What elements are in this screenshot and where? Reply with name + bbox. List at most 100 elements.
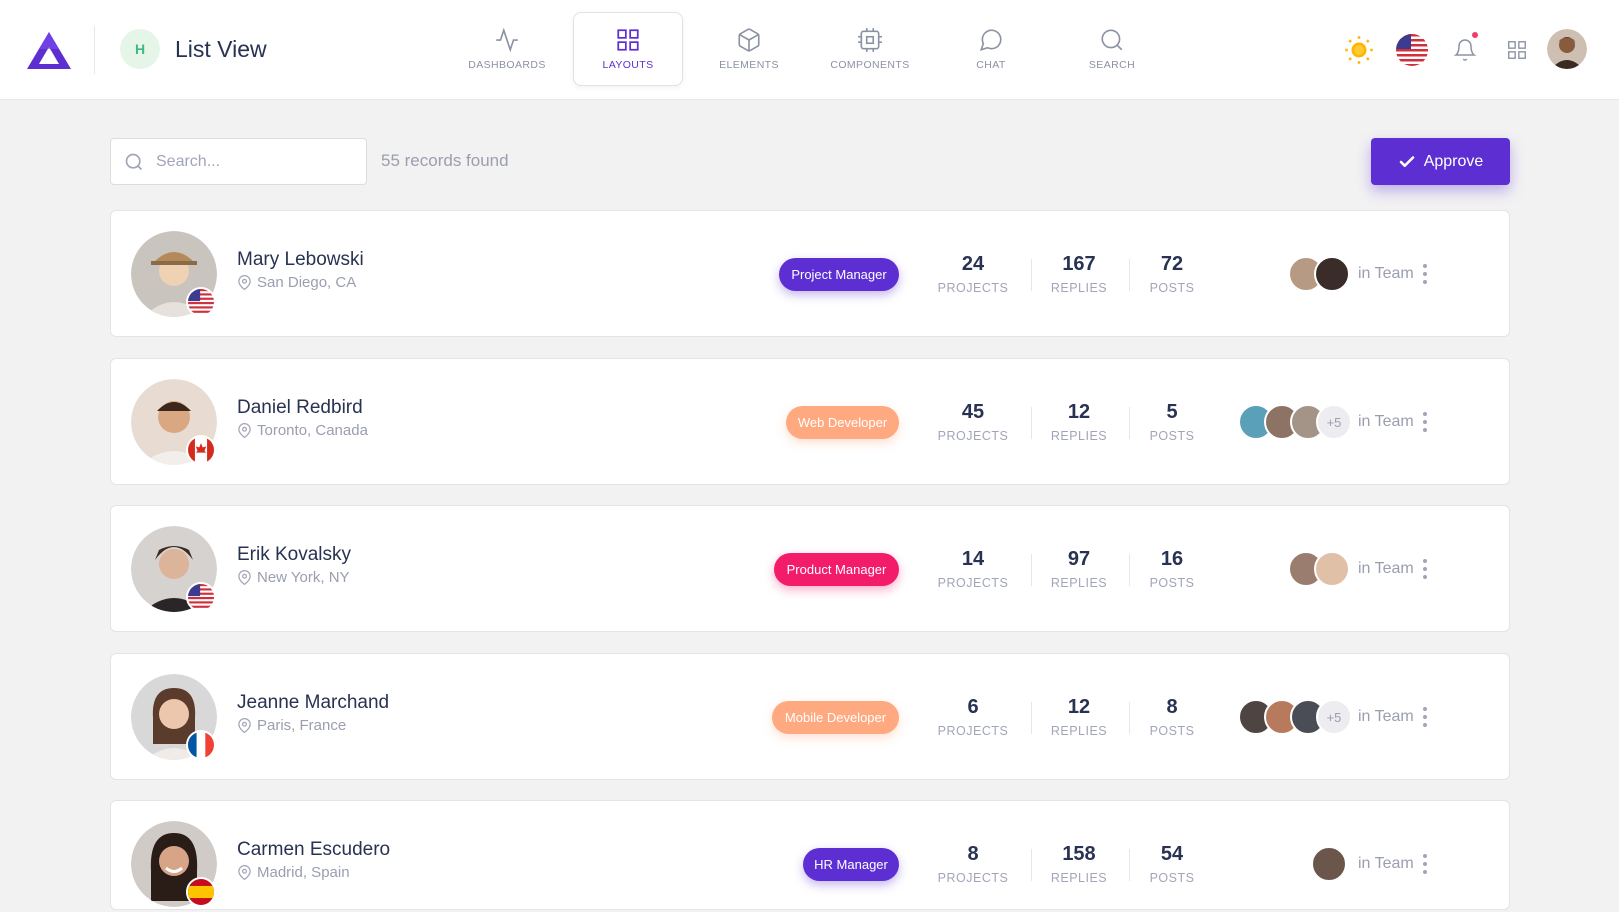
- team-avatars[interactable]: +5: [1238, 697, 1352, 737]
- person-photo: [131, 379, 217, 465]
- posts-caption: POSTS: [1149, 576, 1195, 590]
- notifications-button[interactable]: [1447, 32, 1483, 68]
- dot: [1423, 428, 1427, 432]
- brand-logo[interactable]: [26, 30, 72, 70]
- user-menu[interactable]: [1546, 28, 1588, 70]
- activity-icon: [496, 27, 518, 53]
- project-badge[interactable]: H: [120, 29, 160, 69]
- records-count: 55 records found: [381, 151, 509, 170]
- projects-caption: PROJECTS: [937, 281, 1009, 295]
- top-navbar: H List View DASHBOARDS LAYOUTS ELEMENTS …: [0, 0, 1619, 100]
- dot: [1423, 412, 1427, 416]
- page-title: List View: [175, 36, 267, 62]
- posts-stat: 54 POSTS: [1122, 843, 1222, 885]
- projects-stat: 6 PROJECTS: [923, 696, 1023, 738]
- person-name: Jeanne Marchand: [237, 692, 390, 713]
- projects-caption: PROJECTS: [937, 576, 1009, 590]
- projects-count: 24: [961, 253, 985, 275]
- replies-count: 158: [1062, 843, 1096, 865]
- replies-count: 167: [1062, 253, 1096, 275]
- person-photo: [131, 231, 217, 317]
- approve-button[interactable]: Approve: [1371, 138, 1510, 185]
- language-selector[interactable]: [1394, 32, 1430, 68]
- nav-search[interactable]: SEARCH: [1057, 12, 1167, 86]
- search-input[interactable]: [156, 152, 346, 171]
- person-location: Madrid, Spain: [237, 864, 350, 881]
- us-flag-icon: [186, 287, 216, 317]
- notification-dot: [1472, 32, 1478, 38]
- search-icon: [1101, 29, 1123, 51]
- projects-stat: 8 PROJECTS: [923, 843, 1023, 885]
- location-text: Paris, France: [257, 717, 347, 734]
- location-text: New York, NY: [257, 569, 350, 586]
- person-location: San Diego, CA: [237, 274, 356, 291]
- team-avatars[interactable]: [1288, 254, 1350, 294]
- team-label: in Team: [1358, 708, 1414, 725]
- nav-chat-label: CHAT: [976, 59, 1006, 71]
- list-item[interactable]: Daniel Redbird Toronto, Canada Web Devel…: [110, 358, 1510, 485]
- dot: [1423, 854, 1427, 858]
- dot: [1423, 870, 1427, 874]
- box-icon: [738, 28, 760, 52]
- role-badge: Web Developer: [786, 406, 899, 439]
- team-avatars[interactable]: [1311, 844, 1347, 884]
- replies-caption: REPLIES: [1050, 281, 1108, 295]
- more-options-button[interactable]: [1413, 407, 1437, 437]
- approve-label: Approve: [1423, 152, 1484, 170]
- posts-count: 16: [1160, 548, 1184, 570]
- france-flag-icon: [186, 730, 216, 760]
- list-item[interactable]: Carmen Escudero Madrid, Spain HR Manager…: [110, 800, 1510, 910]
- nav-dashboards-label: DASHBOARDS: [468, 59, 546, 71]
- posts-caption: POSTS: [1149, 429, 1195, 443]
- posts-caption: POSTS: [1149, 724, 1195, 738]
- more-options-button[interactable]: [1413, 702, 1437, 732]
- apps-button[interactable]: [1499, 32, 1535, 68]
- search-icon: [125, 153, 143, 170]
- role-badge: Mobile Developer: [772, 701, 899, 734]
- map-pin-icon: [238, 718, 251, 733]
- posts-stat: 16 POSTS: [1122, 548, 1222, 590]
- projects-count: 45: [961, 401, 985, 423]
- posts-caption: POSTS: [1149, 281, 1195, 295]
- more-options-button[interactable]: [1413, 849, 1437, 879]
- nav-dashboards[interactable]: DASHBOARDS: [452, 12, 562, 86]
- replies-count: 12: [1067, 696, 1091, 718]
- list-item[interactable]: Mary Lebowski San Diego, CA Project Mana…: [110, 210, 1510, 337]
- nav-components-label: COMPONENTS: [830, 59, 910, 71]
- list-item[interactable]: Jeanne Marchand Paris, France Mobile Dev…: [110, 653, 1510, 780]
- nav-components[interactable]: COMPONENTS: [815, 12, 925, 86]
- posts-count: 5: [1166, 401, 1178, 423]
- replies-stat: 12 REPLIES: [1029, 696, 1129, 738]
- person-location: Toronto, Canada: [237, 422, 368, 439]
- more-options-button[interactable]: [1413, 554, 1437, 584]
- nav-elements[interactable]: ELEMENTS: [694, 12, 804, 86]
- person-name: Erik Kovalsky: [237, 544, 352, 565]
- location-text: Toronto, Canada: [257, 422, 368, 439]
- team-label: in Team: [1358, 265, 1414, 282]
- dot: [1423, 264, 1427, 268]
- grid-icon: [617, 29, 639, 51]
- team-avatars[interactable]: +5: [1238, 402, 1352, 442]
- replies-caption: REPLIES: [1050, 576, 1108, 590]
- theme-toggle[interactable]: [1341, 32, 1377, 68]
- nav-layouts[interactable]: LAYOUTS: [573, 12, 683, 86]
- posts-stat: 72 POSTS: [1122, 253, 1222, 295]
- projects-count: 8: [967, 843, 979, 865]
- role-badge: HR Manager: [803, 848, 899, 881]
- replies-count: 12: [1067, 401, 1091, 423]
- us-flag-icon: [1396, 34, 1428, 66]
- map-pin-icon: [238, 275, 251, 290]
- role-badge: Product Manager: [774, 553, 899, 586]
- person-name: Carmen Escudero: [237, 839, 391, 860]
- header-divider: [94, 26, 95, 74]
- more-options-button[interactable]: [1413, 259, 1437, 289]
- nav-chat[interactable]: CHAT: [936, 12, 1046, 86]
- bell-icon: [1453, 39, 1477, 61]
- replies-stat: 167 REPLIES: [1029, 253, 1129, 295]
- list-item[interactable]: Erik Kovalsky New York, NY Product Manag…: [110, 505, 1510, 632]
- dot: [1423, 715, 1427, 719]
- team-avatars[interactable]: [1288, 549, 1350, 589]
- posts-count: 72: [1160, 253, 1184, 275]
- search-box[interactable]: [110, 138, 367, 185]
- projects-stat: 24 PROJECTS: [923, 253, 1023, 295]
